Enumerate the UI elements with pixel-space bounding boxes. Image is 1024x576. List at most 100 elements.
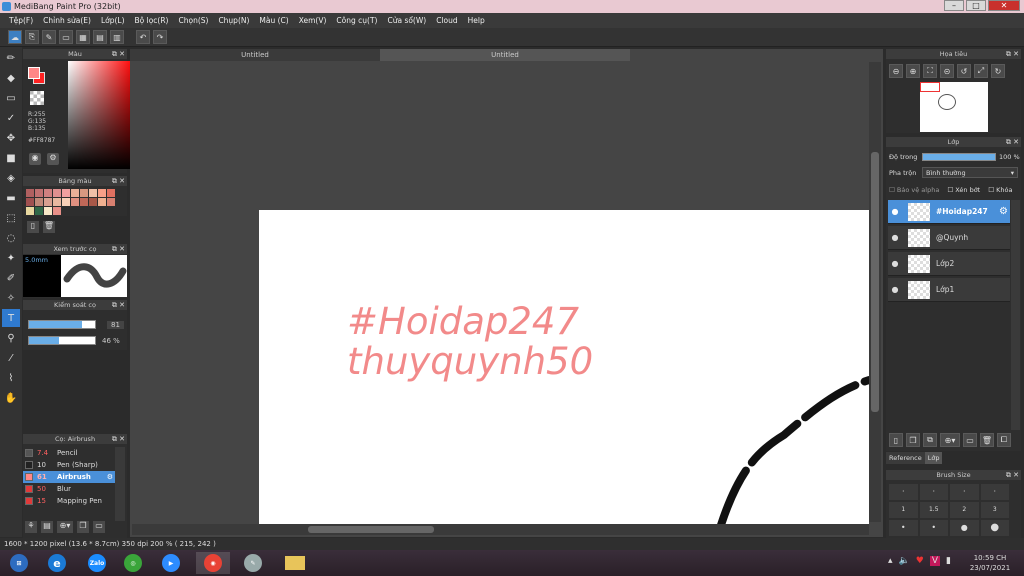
menu-window[interactable]: Cửa sổ(W)	[382, 13, 431, 28]
layer-row-hoidap247[interactable]: ● #Hoidap247 ⚙	[888, 200, 1010, 224]
new-icon[interactable]: ⎘	[25, 30, 39, 44]
palette-swatch[interactable]	[44, 198, 52, 206]
start-button[interactable]: ⊞	[2, 552, 36, 574]
palette-swatch[interactable]	[26, 207, 34, 215]
rotate-left-icon[interactable]: ↺	[957, 64, 971, 78]
new-palette-icon[interactable]: ▯	[27, 221, 39, 233]
brush-add-menu-icon[interactable]: ⊕▾	[57, 521, 73, 533]
menu-layer[interactable]: Lớp(L)	[96, 13, 130, 28]
zoom-in-icon[interactable]: ⊕	[906, 64, 920, 78]
palette-swatch[interactable]	[26, 189, 34, 197]
copy-layer-icon[interactable]: ❐	[906, 433, 920, 447]
palette-swatch[interactable]	[35, 198, 43, 206]
brush-settings-icon[interactable]: ⚙	[107, 471, 115, 483]
brush-size-preset[interactable]: ●	[950, 520, 979, 536]
transparent-swatch[interactable]	[30, 91, 44, 105]
protect-alpha-checkbox[interactable]: ☐ Bảo vệ alpha	[889, 186, 939, 194]
dot-tool-icon[interactable]: ✓	[2, 109, 20, 127]
eyedropper-tool-icon[interactable]: ⌇	[2, 369, 20, 387]
delete-palette-icon[interactable]: 🗑	[43, 221, 55, 233]
duplicate-layer-icon[interactable]: ⧠	[997, 433, 1011, 447]
panel-close-icon[interactable]: ⧉ ✕	[1006, 470, 1019, 480]
paint-app-icon[interactable]: ✎	[236, 552, 270, 574]
palette-swatch[interactable]	[71, 198, 79, 206]
brush-opacity-slider[interactable]	[28, 336, 96, 345]
merge-layer-icon[interactable]: ⧉	[923, 433, 937, 447]
add-brush-icon[interactable]: ⚘	[25, 521, 37, 533]
panel-close-icon[interactable]: ⧉ ✕	[1006, 49, 1019, 59]
palette-swatch[interactable]	[53, 198, 61, 206]
palette-swatch[interactable]	[53, 189, 61, 197]
menu-file[interactable]: Tệp(F)	[4, 13, 38, 28]
fill-rect-tool-icon[interactable]: ■	[2, 149, 20, 167]
layer-row-quynh[interactable]: ● @Quynh	[888, 226, 1010, 250]
brush-size-preset-2[interactable]: 2	[950, 502, 979, 518]
saturation-picker[interactable]	[68, 61, 134, 169]
palette-swatch[interactable]	[53, 207, 61, 215]
fit-icon[interactable]: ⛶	[923, 64, 937, 78]
color-settings-icon[interactable]: ⚙	[47, 153, 59, 165]
layer-list-scrollbar[interactable]	[1011, 200, 1020, 430]
bucket-tool-icon[interactable]: ◈	[2, 169, 20, 187]
layer-settings-icon[interactable]: ⚙	[999, 206, 1010, 217]
close-button[interactable]: ✕	[988, 0, 1020, 11]
brush-open-folder-icon[interactable]: ▭	[93, 521, 105, 533]
rect-tool-icon[interactable]: ▭	[2, 89, 20, 107]
palette-swatch[interactable]	[89, 189, 97, 197]
brush-size-preset[interactable]: ·	[980, 484, 1009, 500]
palette-swatch[interactable]	[89, 198, 97, 206]
move-tool-icon[interactable]: ✥	[2, 129, 20, 147]
palette-swatch[interactable]	[107, 189, 115, 197]
hand-tool-icon[interactable]: ✋	[2, 389, 20, 407]
brush-item-pen-sharp[interactable]: 10 Pen (Sharp)	[23, 459, 115, 471]
magic-wand-tool-icon[interactable]: ✦	[2, 249, 20, 267]
menu-select[interactable]: Chọn(S)	[173, 13, 213, 28]
menu-filter[interactable]: Bộ lọc(R)	[130, 13, 174, 28]
palette-swatch[interactable]	[26, 198, 34, 206]
palette-swatch[interactable]	[62, 198, 70, 206]
visibility-icon[interactable]: ●	[888, 259, 902, 268]
palette-swatch[interactable]	[35, 207, 43, 215]
chat-icon[interactable]: ▭	[59, 30, 73, 44]
palette-swatch[interactable]	[80, 198, 88, 206]
brush-list-scrollbar[interactable]	[115, 447, 125, 521]
layer-opacity-slider[interactable]	[922, 153, 996, 161]
delete-layer-icon[interactable]: 🗑	[980, 433, 994, 447]
menu-color[interactable]: Màu (C)	[254, 13, 293, 28]
document-tab-2[interactable]: Untitled	[380, 49, 630, 61]
chrome-icon[interactable]: ◉	[196, 552, 230, 574]
panel-icon[interactable]: ▤	[93, 30, 107, 44]
drawing-canvas[interactable]: #Hoidap247 thuyquynh50	[259, 210, 869, 525]
zoom-actual-icon[interactable]: ⊝	[940, 64, 954, 78]
brush-item-mapping-pen[interactable]: 15 Mapping Pen	[23, 495, 115, 507]
select-pen-tool-icon[interactable]: ✐	[2, 269, 20, 287]
navigator-thumbnail[interactable]	[920, 82, 988, 132]
palette-swatch[interactable]	[98, 198, 106, 206]
gradient-tool-icon[interactable]: ▬	[2, 189, 20, 207]
brush-size-preset-3[interactable]: 3	[980, 502, 1009, 518]
panel-close-icon[interactable]: ⧉ ✕	[112, 300, 125, 310]
document-tab-1[interactable]: Untitled	[130, 49, 380, 61]
clipping-checkbox[interactable]: ☐ Xén bớt	[947, 186, 980, 194]
palette-swatch[interactable]	[44, 189, 52, 197]
navigator-viewport[interactable]	[920, 82, 940, 92]
menu-cloud[interactable]: Cloud	[431, 13, 462, 28]
viber-icon[interactable]: V	[929, 556, 940, 566]
new-layer-icon[interactable]: ▯	[889, 433, 903, 447]
file-explorer-icon[interactable]	[278, 552, 312, 574]
divide-tool-icon[interactable]: ⁄	[2, 349, 20, 367]
tray-expand-icon[interactable]: ▴	[888, 556, 893, 566]
operation-tool-icon[interactable]: ⚲	[2, 329, 20, 347]
fullscreen-icon[interactable]: ⤢	[974, 64, 988, 78]
visibility-icon[interactable]: ●	[888, 233, 902, 242]
minimize-button[interactable]: –	[944, 0, 964, 11]
zalo-icon[interactable]: Zalo	[80, 552, 114, 574]
grid-icon[interactable]: ▦	[76, 30, 90, 44]
text-tool-icon[interactable]: T	[2, 309, 20, 327]
visibility-icon[interactable]: ●	[888, 285, 902, 294]
brush-item-airbrush[interactable]: 61 Airbrush ⚙	[23, 471, 115, 483]
lock-checkbox[interactable]: ☐ Khóa	[988, 186, 1012, 194]
rotate-right-icon[interactable]: ↻	[991, 64, 1005, 78]
foreground-color-swatch[interactable]	[28, 67, 40, 79]
brush-tool-icon[interactable]: ✏	[2, 49, 20, 67]
